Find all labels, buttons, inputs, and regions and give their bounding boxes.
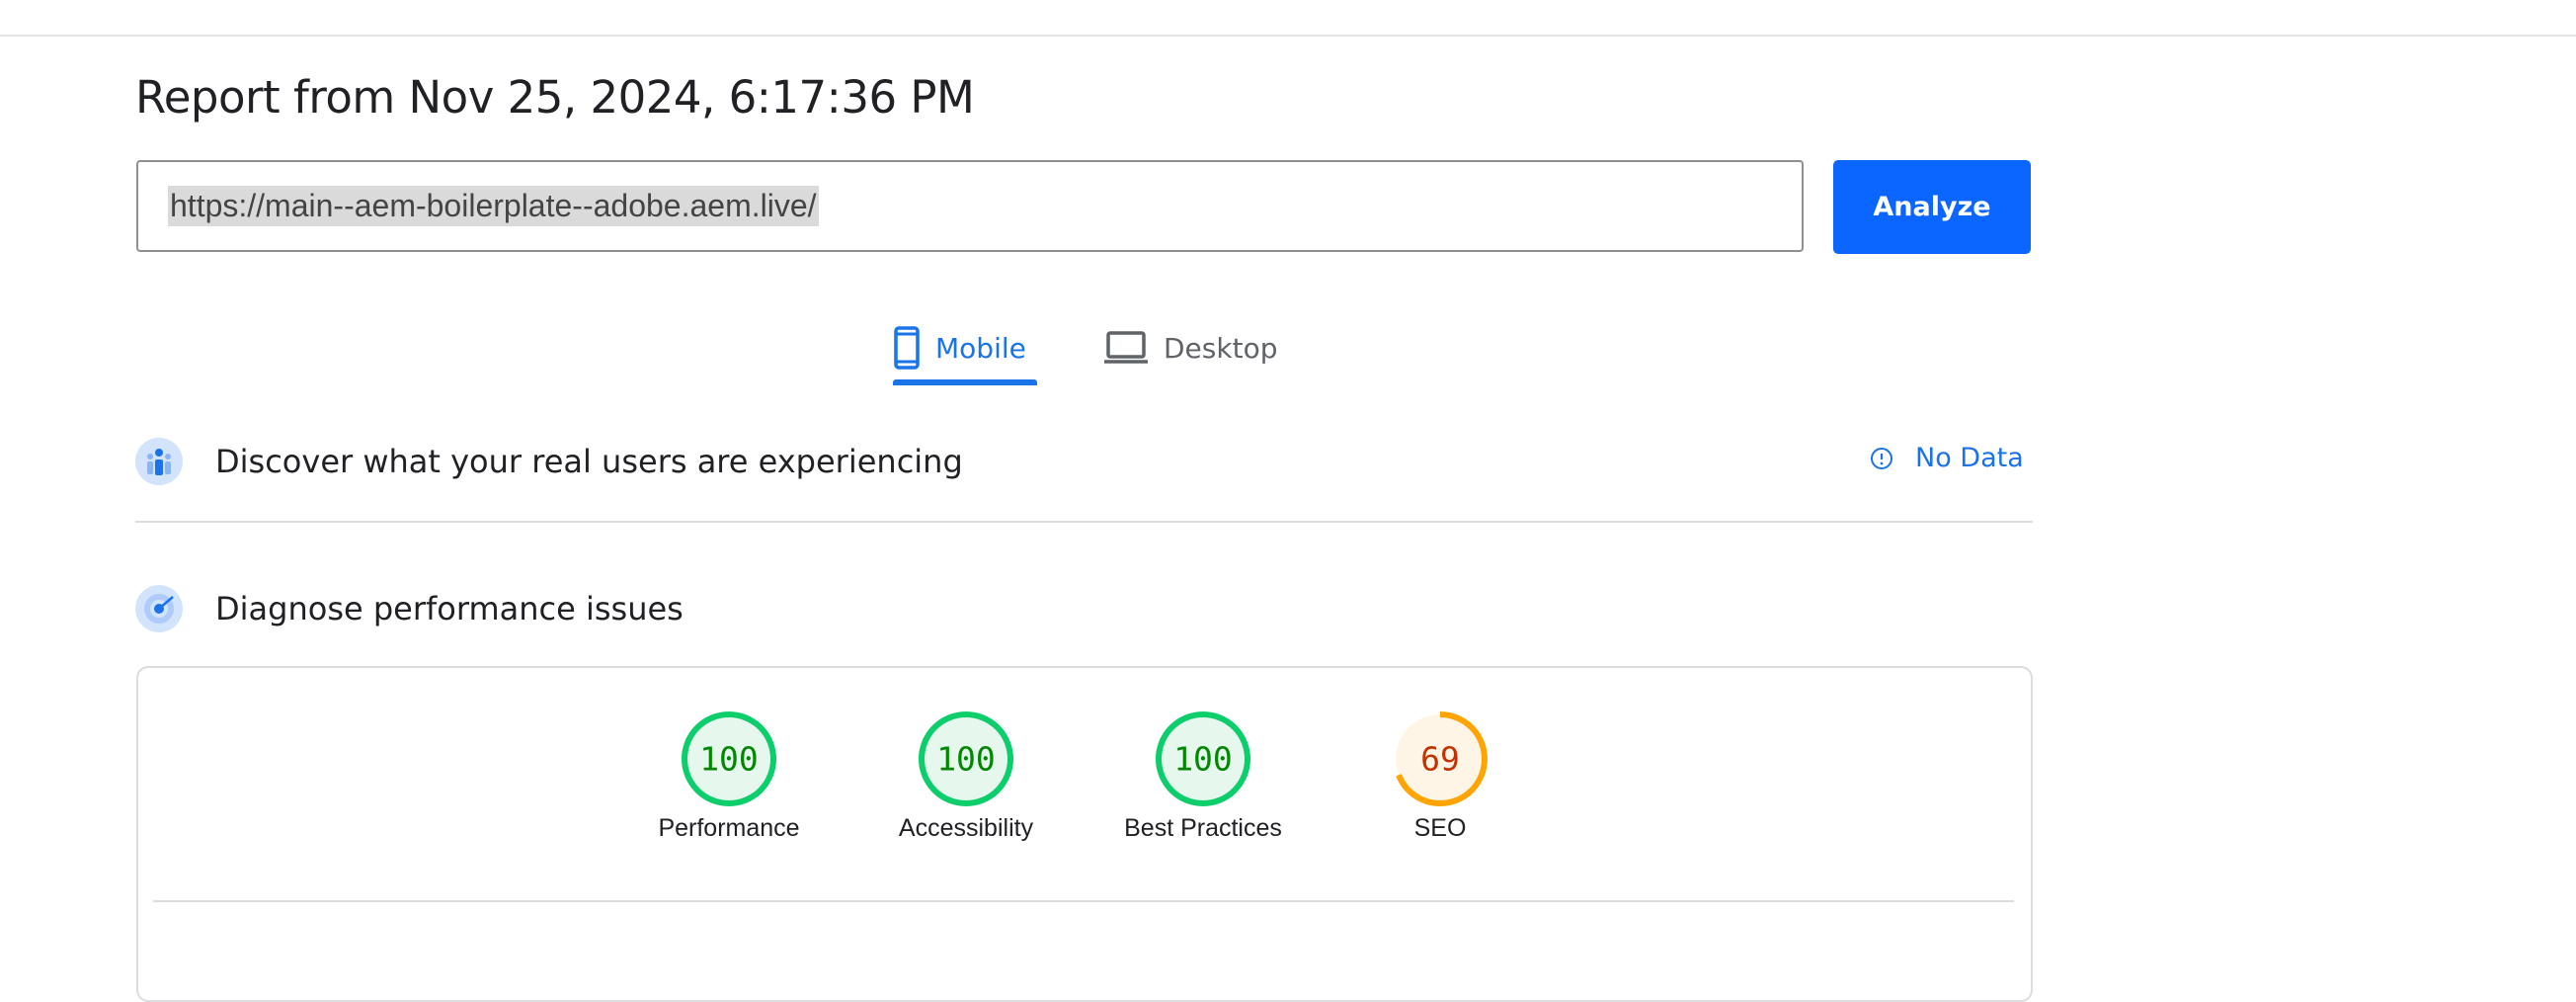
page-title: Report from Nov 25, 2024, 6:17:36 PM [135,71,975,124]
gauge-score: 69 [1420,740,1460,779]
tab-mobile[interactable]: Mobile [894,308,1037,387]
gauge-accessibility[interactable]: 100 Accessibility [867,710,1065,843]
score-card [136,666,2033,1002]
info-icon [1870,447,1893,470]
gauge-label: Performance [658,814,800,842]
score-card-divider [153,900,2014,902]
url-input-value[interactable]: https://main--aem-boilerplate--adobe.aem… [168,186,819,226]
no-data-link[interactable]: No Data [1870,443,2024,473]
users-icon [135,438,183,485]
gauge-label: SEO [1413,814,1467,842]
analyze-button[interactable]: Analyze [1833,160,2031,254]
gauge-label: Best Practices [1124,814,1282,842]
gauge-best-practices[interactable]: 100 Best Practices [1104,710,1302,843]
gauge-seo[interactable]: 69 SEO [1341,710,1539,843]
section-divider [135,521,2033,523]
radar-icon [135,585,183,632]
lab-data-header: Diagnose performance issues [135,585,684,632]
tab-desktop-label: Desktop [1164,331,1278,365]
gauge-performance[interactable]: 100 Performance [630,710,828,843]
mobile-phone-icon [894,326,920,370]
gauge-label: Accessibility [898,814,1034,842]
url-input[interactable]: https://main--aem-boilerplate--adobe.aem… [136,160,1804,252]
laptop-icon [1104,331,1148,365]
gauge-score: 100 [699,740,759,779]
gauge-score: 100 [936,740,996,779]
no-data-label: No Data [1915,443,2024,473]
top-divider [0,35,2576,37]
tab-mobile-label: Mobile [935,331,1026,365]
tab-selected-indicator [893,379,1037,385]
field-data-header: Discover what your real users are experi… [135,438,963,485]
lab-data-title: Diagnose performance issues [215,590,684,627]
gauge-score: 100 [1173,740,1233,779]
field-data-title: Discover what your real users are experi… [215,443,963,480]
tab-desktop[interactable]: Desktop [1104,308,1302,387]
